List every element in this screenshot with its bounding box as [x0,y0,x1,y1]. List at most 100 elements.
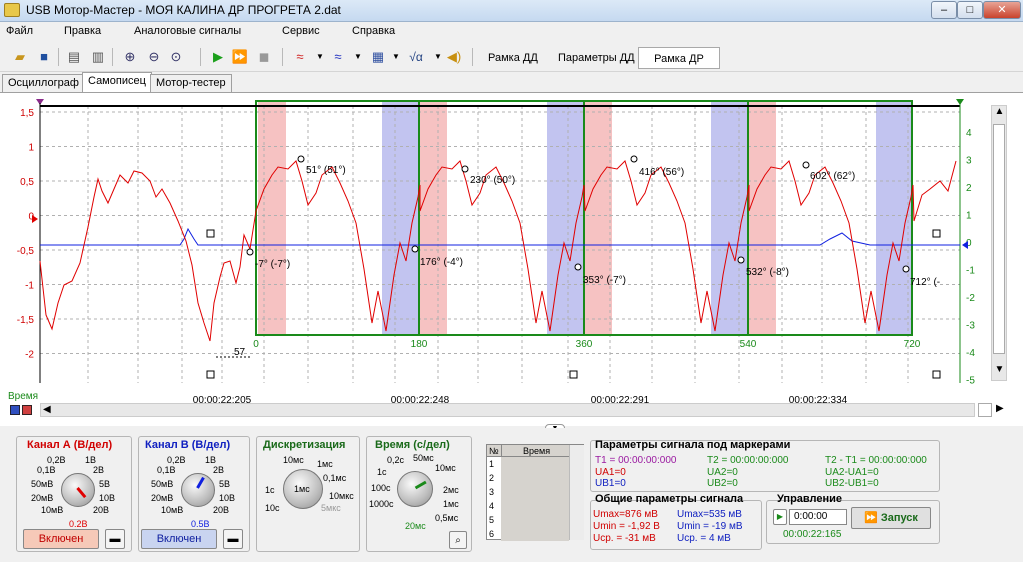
open-icon[interactable]: ▰ [10,47,30,67]
view-tabs: Осциллограф Самописец Мотор-тестер [0,72,1023,93]
minimize-button[interactable]: – [931,1,957,19]
chevron-down-icon[interactable]: ▼ [310,47,330,67]
marker-label: 176° (-4°) [420,257,463,268]
chevron-down-icon[interactable]: ▼ [348,47,368,67]
right-axis-tick: -2 [966,293,975,304]
print-icon[interactable]: ▥ [88,47,108,67]
channel-a-group: Канал А (В/дел) 0,2В 1В 0,1В 2В 50мВ 5В 20м… [16,436,132,552]
menu-edit[interactable]: Правка [64,25,101,37]
sampling-title: Дискретизация [263,439,346,451]
time-input[interactable]: 0:00:00 [789,509,847,525]
marker-label: 353° (-7°) [583,275,626,286]
marker-point[interactable] [574,263,582,271]
marker-point[interactable] [297,155,305,163]
right-axis-tick: 3 [966,156,972,167]
marker-label: 51° (51°) [306,165,346,176]
zoom-out-icon[interactable]: ⊖ [144,47,164,67]
channel-a-knob[interactable] [61,473,95,507]
zoom-fit-icon[interactable]: ⊙ [166,47,186,67]
scroll-end-button[interactable] [978,403,992,417]
formula-icon[interactable]: √α [406,47,426,67]
table-row: 4 [489,501,495,511]
chevron-down-icon[interactable]: ▼ [386,47,406,67]
maximize-button[interactable]: □ [957,1,983,19]
frame-dd-button[interactable]: Рамка ДД [480,47,546,69]
marker-point[interactable] [630,155,638,163]
right-axis-tick: -1 [966,266,975,277]
fast-forward-icon[interactable]: ⏩ [230,47,250,67]
table-scrollbar[interactable] [569,445,584,540]
marker-point[interactable] [461,165,469,173]
calculator-icon[interactable]: ▦ [368,47,388,67]
left-axis-tick: -2 [25,350,34,361]
channel-a-toggle[interactable] [22,405,32,415]
play-icon[interactable]: ▶ [773,509,787,525]
control-group: Управление ▶ 0:00:00 ⏩ Запуск 00:00:22:1… [766,493,940,544]
close-button[interactable]: ✕ [983,1,1021,19]
menu-file[interactable]: Файл [6,25,33,37]
play-icon[interactable]: ▶ [208,47,228,67]
marker-label: 712° (- [910,277,940,288]
window-title: USB Мотор-Мастер - МОЯ КАЛИНА ДР ПРОГРЕТ… [26,3,341,17]
frame-dr-button[interactable]: Рамка ДР [638,47,720,69]
scope-chart[interactable]: 1,510,50-0,5-1-1,5-2 43210-1-2-3-4-5 -7°… [0,93,1023,427]
start-button[interactable]: ⏩ Запуск [851,507,931,529]
tab-oscilloscope[interactable]: Осциллограф [2,74,85,93]
table-row: 1 [489,459,495,469]
marker-point[interactable] [737,256,745,264]
degree-tick: 180 [411,339,428,350]
table-row: 5 [489,515,495,525]
menu-help[interactable]: Справка [352,25,395,37]
stop-icon[interactable]: ◼ [254,47,274,67]
channel-b-wave-icon[interactable]: ≈ [328,47,348,67]
timebase-value: 20мс [405,521,426,531]
marker-point[interactable] [802,161,810,169]
save-icon[interactable]: ■ [34,47,54,67]
marker-label: 532° (-8°) [746,267,789,278]
channel-a-enable-button[interactable]: Включен [23,529,99,549]
left-axis-tick: -1,5 [17,315,35,326]
channel-a-signal [39,160,957,342]
channel-b-toggle[interactable] [10,405,20,415]
right-axis-tick: -4 [966,348,975,359]
degree-tick: 540 [740,339,757,350]
zoom-in-icon[interactable]: ⊕ [120,47,140,67]
marker-label: 416° (56°) [639,167,684,178]
sampling-knob[interactable]: 1мс [283,469,323,509]
red-band [748,101,776,335]
horizontal-scrollbar[interactable]: ◀ [40,403,975,417]
red-band [584,101,612,335]
channel-a-invert-button[interactable]: ▬ [105,529,125,549]
tab-recorder[interactable]: Самописец [82,72,152,93]
degree-tick: 720 [904,339,921,350]
scroll-left-icon[interactable]: ◀ [43,404,51,415]
channel-a-value: 0.2В [69,519,88,529]
channel-a-wave-icon[interactable]: ≈ [290,47,310,67]
blue-band [547,101,584,335]
channel-b-enable-button[interactable]: Включен [141,529,217,549]
interval-label: 57 [234,347,246,358]
params-dd-button[interactable]: Параметры ДД [550,47,643,69]
menu-service[interactable]: Сервис [282,25,320,37]
channel-b-invert-button[interactable]: ▬ [223,529,243,549]
channel-b-knob[interactable] [181,473,215,507]
menu-analog[interactable]: Аналоговые сигналы [134,25,241,37]
scroll-up-icon[interactable]: ▲ [994,106,1005,117]
channel-b-group: Канал В (В/дел) 0,2В 1В 0,1В 2В 50мВ 5В 20м… [138,436,250,552]
sound-icon[interactable]: ◀) [444,47,464,67]
preview-icon[interactable]: ⌕ [449,531,467,549]
marker-point[interactable] [411,245,419,253]
timebase-knob[interactable] [397,471,433,507]
menu-bar: Файл Правка Аналоговые сигналы Сервис Сп… [0,22,1023,42]
vertical-scrollbar[interactable]: ▲ ▼ [991,105,1007,381]
tab-motor-tester[interactable]: Мотор-тестер [150,74,232,93]
preview-icon[interactable]: ▤ [64,47,84,67]
marker-params-group: Параметры сигнала под маркерами T1 = 00:… [590,439,940,492]
marker-label: 602° (62°) [810,171,855,182]
marker-table[interactable]: № Время 1 2 3 4 5 6 [486,444,584,541]
marker-point[interactable] [902,265,910,273]
marker-point[interactable] [246,248,254,256]
time-axis-label: Время [8,391,38,402]
scroll-down-icon[interactable]: ▼ [994,364,1005,375]
scroll-right-icon[interactable]: ▶ [996,403,1004,414]
